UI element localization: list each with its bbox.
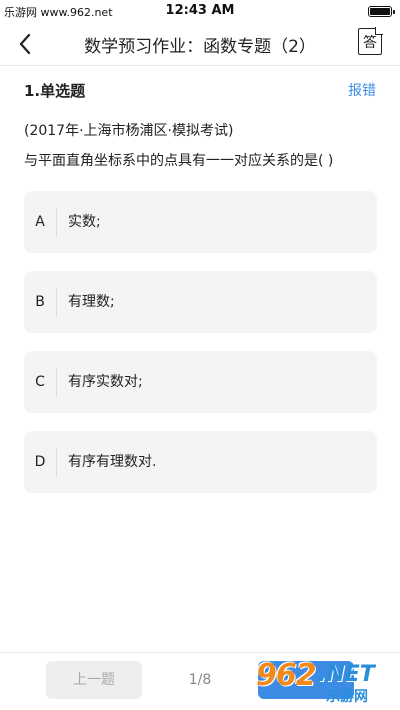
logo-subtitle: 乐游网 — [326, 689, 368, 705]
option-divider — [56, 367, 57, 397]
logo-net: .NET — [318, 662, 375, 687]
bottom-bar: 上一题 1/8 962 .NET 乐游网 — [0, 652, 400, 710]
option-d[interactable]: D 有序有理数对. — [24, 431, 377, 493]
status-bar: 乐游网 www.962.net 12:43 AM — [0, 0, 400, 22]
option-divider — [56, 447, 57, 477]
answer-sheet-label: 答 — [363, 35, 377, 51]
option-b[interactable]: B 有理数; — [24, 271, 377, 333]
prev-question-button[interactable]: 上一题 — [46, 661, 142, 699]
option-text: 有序实数对; — [68, 374, 143, 390]
option-divider — [56, 287, 57, 317]
question-type: 1.单选题 — [24, 82, 86, 100]
logo-number: 962 — [256, 658, 317, 693]
app-screen: 乐游网 www.962.net 12:43 AM 数学预习作业：函数专题（2） … — [0, 0, 400, 710]
nav-bar: 数学预习作业：函数专题（2） 答 — [0, 22, 400, 66]
page-title: 数学预习作业：函数专题（2） — [84, 37, 316, 57]
page-indicator: 1/8 — [188, 672, 212, 688]
option-letter: C — [35, 374, 45, 390]
option-text: 实数; — [68, 214, 101, 230]
option-letter: D — [34, 454, 46, 470]
option-c[interactable]: C 有序实数对; — [24, 351, 377, 413]
option-text: 有序有理数对. — [68, 454, 157, 470]
question-stem: 与平面直角坐标系中的点具有一一对应关系的是( ) — [24, 153, 334, 169]
option-text: 有理数; — [68, 294, 115, 310]
option-letter: A — [35, 214, 45, 230]
962-logo: 962 .NET 乐游网 — [256, 658, 396, 708]
status-time: 12:43 AM — [165, 3, 235, 18]
option-a[interactable]: A 实数; — [24, 191, 377, 253]
answer-sheet-button[interactable]: 答 — [358, 27, 384, 56]
question-source: (2017年·上海市杨浦区·模拟考试) — [24, 123, 234, 139]
option-letter: B — [35, 294, 45, 310]
battery-icon — [368, 6, 395, 17]
report-error-link[interactable]: 报错 — [348, 80, 376, 100]
option-divider — [56, 207, 57, 237]
